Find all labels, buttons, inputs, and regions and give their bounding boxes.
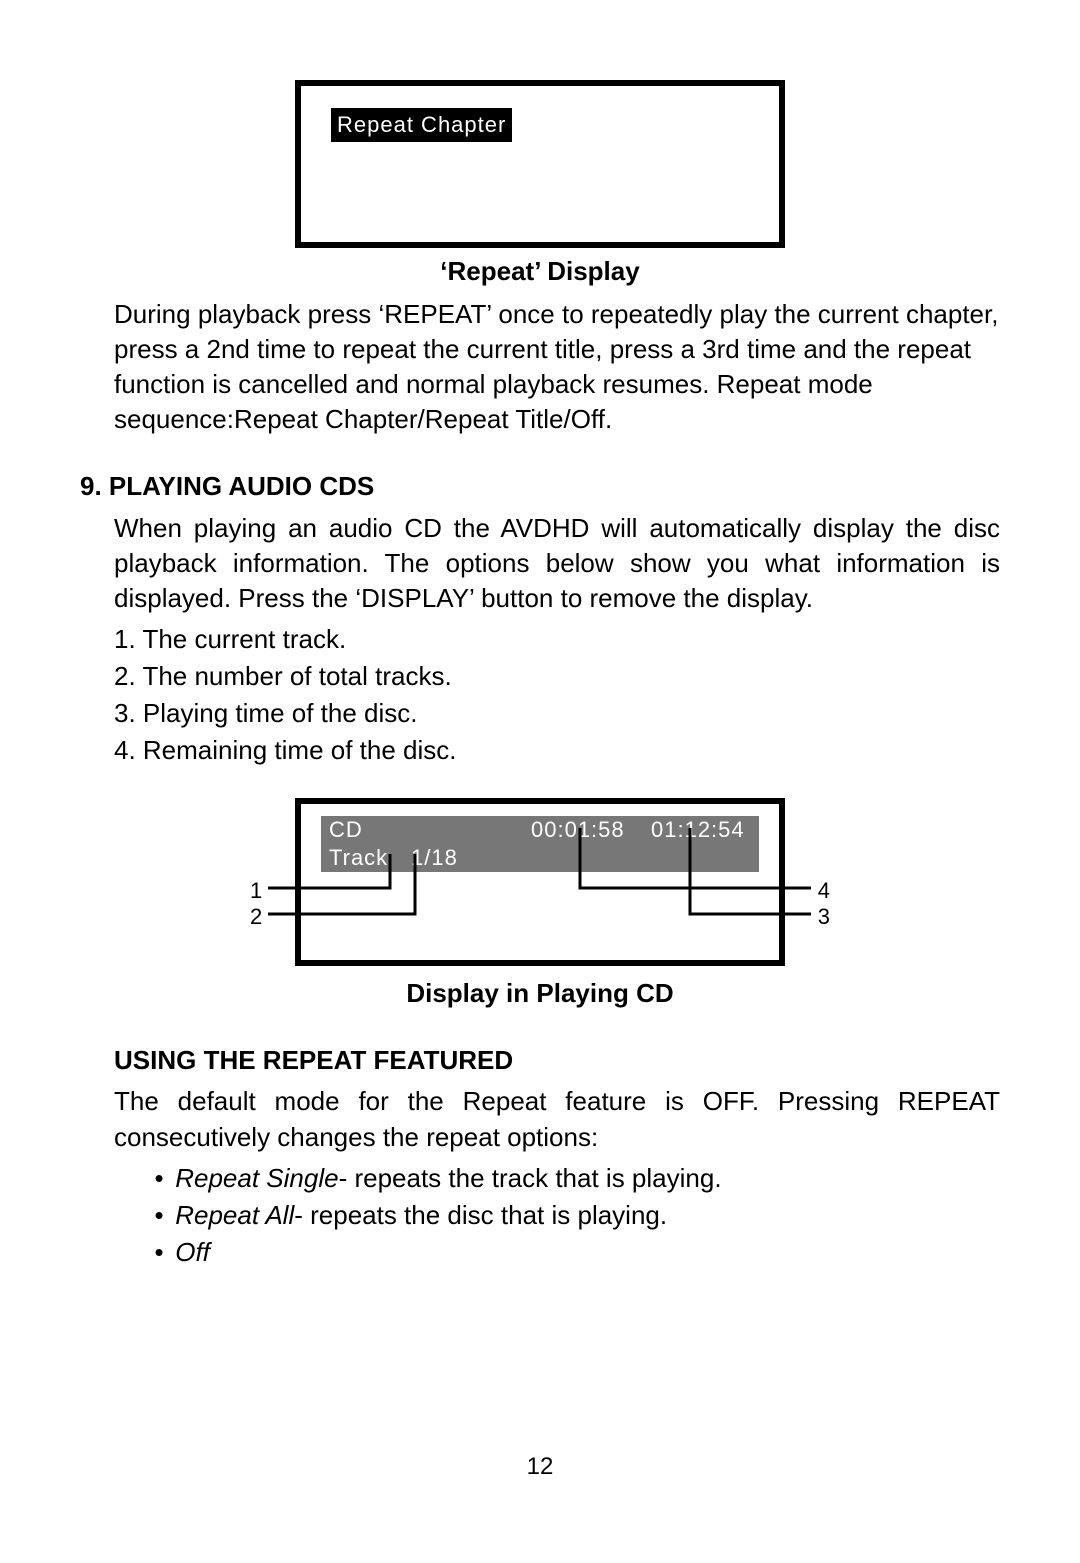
list-item: 3. Playing time of the disc. <box>114 696 1000 731</box>
cd-display-caption: Display in Playing CD <box>80 976 1000 1011</box>
list-item: 4. Remaining time of the disc. <box>114 733 1000 768</box>
bullet-icon: • <box>150 1161 168 1196</box>
cd-total: 01:12:54 <box>651 816 745 844</box>
page-number: 12 <box>0 1451 1080 1483</box>
cd-row-top: CD 00:01:58 01:12:54 <box>321 816 759 844</box>
repeat-display-box: Repeat Chapter <box>295 80 785 248</box>
list-item: 2. The number of total tracks. <box>114 659 1000 694</box>
callout-4: 4 <box>818 876 830 906</box>
manual-page: Repeat Chapter ‘Repeat’ Display During p… <box>0 0 1080 1563</box>
section-9-paragraph: When playing an audio CD the AVDHD will … <box>114 511 1000 616</box>
callout-3: 3 <box>818 902 830 932</box>
mode-desc: - repeats the disc that is playing. <box>294 1200 667 1230</box>
cd-track-label: Track <box>329 844 406 872</box>
cd-display-figure: CD 00:01:58 01:12:54 Track 1/18 1 2 3 4 <box>260 798 820 966</box>
using-repeat-title: USING THE REPEAT FEATURED <box>114 1043 1000 1078</box>
section-9-title: 9. PLAYING AUDIO CDS <box>80 469 1000 504</box>
p1b: DISPLAY <box>361 583 469 613</box>
using-repeat-desc: The default mode for the Repeat feature … <box>114 1084 1000 1154</box>
bullet-icon: • <box>150 1235 168 1270</box>
mode-name: Repeat All <box>175 1200 294 1230</box>
cd-display-box: CD 00:01:58 01:12:54 Track 1/18 <box>295 798 785 966</box>
repeat-modes-list: • Repeat Single- repeats the track that … <box>150 1161 1000 1270</box>
list-item: • Repeat Single- repeats the track that … <box>150 1161 1000 1196</box>
cd-row-bottom: Track 1/18 <box>321 844 759 872</box>
repeat-chapter-tag: Repeat Chapter <box>331 108 512 142</box>
mode-desc: - repeats the track that is playing. <box>339 1163 722 1193</box>
info-list: 1. The current track. 2. The number of t… <box>114 622 1000 768</box>
repeat-display-caption: ‘Repeat’ Display <box>80 254 1000 289</box>
bullet-icon: • <box>150 1198 168 1233</box>
list-item: • Repeat All- repeats the disc that is p… <box>150 1198 1000 1233</box>
cd-type: CD <box>329 816 363 844</box>
mode-name: Repeat Single <box>175 1163 338 1193</box>
cd-track-value: 1/18 <box>411 844 458 872</box>
repeat-description: During playback press ‘REPEAT’ once to r… <box>114 297 1000 437</box>
cd-elapsed: 00:01:58 <box>531 816 625 844</box>
list-item: 1. The current track. <box>114 622 1000 657</box>
mode-name: Off <box>175 1237 210 1267</box>
callout-2: 2 <box>250 902 262 932</box>
p1c: button to remove the display. <box>474 583 813 613</box>
list-item: • Off <box>150 1235 1000 1270</box>
